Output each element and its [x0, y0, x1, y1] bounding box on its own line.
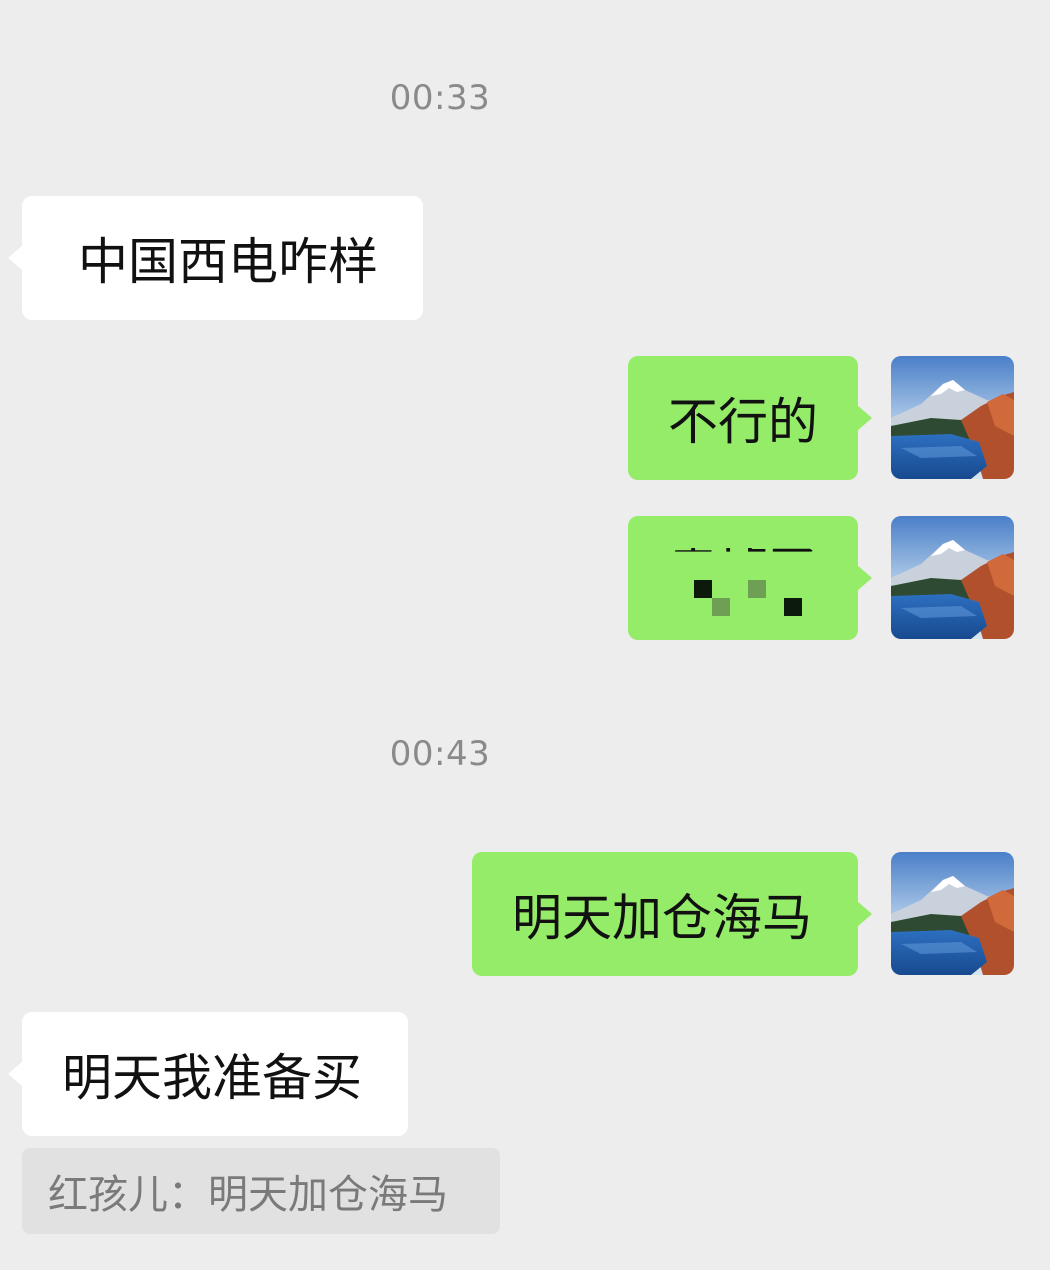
message-text: 明天加仓海马 [512, 889, 812, 947]
incoming-message-bubble[interactable]: 明天我准备买 [22, 1012, 408, 1136]
message-text: 不行的 [668, 393, 818, 451]
mountain-lake-avatar-icon [891, 516, 1014, 639]
message-text: 中国西电咋样 [78, 233, 378, 291]
user-avatar[interactable] [891, 356, 1014, 479]
quoted-message[interactable]: 红孩儿：明天加仓海马 [22, 1148, 500, 1234]
incoming-message-bubble[interactable]: 中国西电咋样 [22, 196, 423, 320]
outgoing-message-bubble[interactable]: 明天加仓海马 [472, 852, 858, 976]
user-avatar[interactable] [891, 852, 1014, 975]
quoted-message-text: 红孩儿：明天加仓海马 [48, 1172, 448, 1218]
outgoing-message-bubble[interactable]: 卖掉了 [628, 516, 858, 640]
timestamp: 00:33 [389, 78, 491, 118]
mountain-lake-avatar-icon [891, 356, 1014, 479]
message-text: 明天我准备买 [62, 1049, 362, 1107]
mountain-lake-avatar-icon [891, 852, 1014, 975]
mosaic-overlay [694, 576, 814, 616]
outgoing-message-bubble[interactable]: 不行的 [628, 356, 858, 480]
timestamp: 00:43 [389, 734, 491, 774]
chat-area: 00:33 中国西电咋样 不行的 卖掉了 00:43 明天加仓海马 明天我准备买… [0, 0, 1050, 1270]
user-avatar[interactable] [891, 516, 1014, 639]
